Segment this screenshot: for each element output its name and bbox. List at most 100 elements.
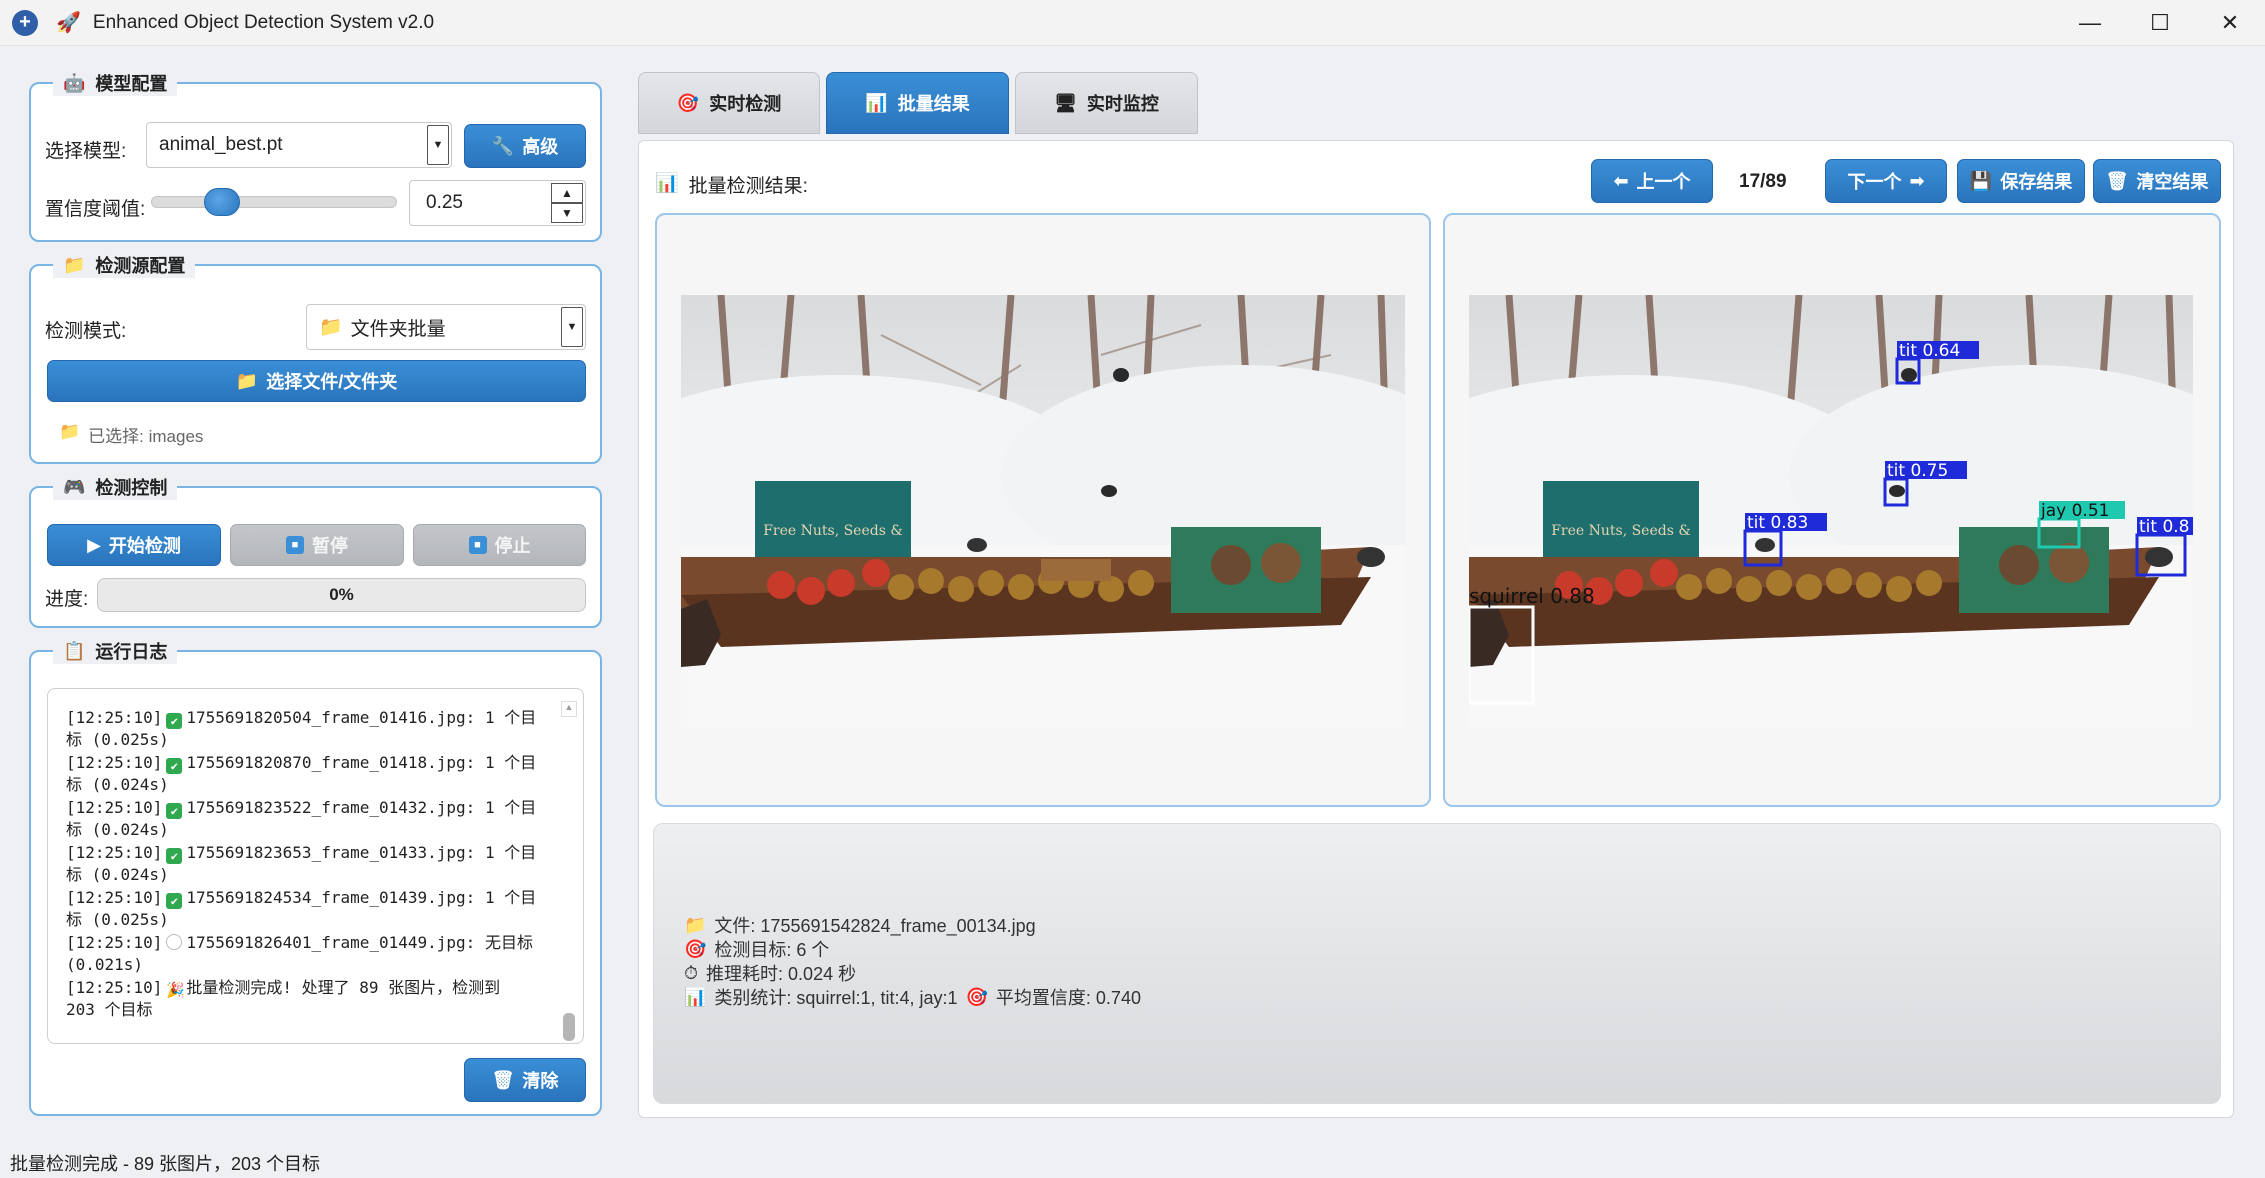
circle-icon: [166, 934, 183, 950]
log-message: 批量检测完成! 处理了 89 张图片，检测到: [186, 978, 501, 997]
stop-icon: ■: [468, 536, 487, 554]
run-log-group: 📋 运行日志 [12:25:10] ✔ 1755691820504_frame_01…: [29, 638, 602, 1116]
clear-results-button[interactable]: 🗑 清空结果: [2093, 159, 2221, 203]
log-entry: [12:25:10] ✔ 1755691823522_frame_01432.jpg…: [66, 797, 566, 841]
confidence-spinbox[interactable]: 0.25 ▲ ▼: [409, 180, 586, 226]
bar-chart-icon: 📊: [655, 173, 679, 194]
detection-image-frame: Free Nuts, Seeds & squirrel 0.88 tit 0.6…: [1443, 213, 2221, 807]
scroll-up-icon[interactable]: ▲: [561, 701, 577, 717]
select-files-button[interactable]: 📁 选择文件/文件夹: [47, 360, 586, 402]
tab-batch-results[interactable]: 📊 批量结果: [826, 72, 1009, 134]
mode-select[interactable]: 📁 文件夹批量 ▼: [306, 304, 586, 350]
pause-icon: ■: [286, 536, 304, 554]
stop-button[interactable]: ■ 停止: [413, 524, 586, 566]
log-time: [12:25:10]: [66, 843, 163, 862]
result-info-panel: 📁 文件: 1755691542824_frame_00134.jpg 🎯 检测…: [653, 823, 2221, 1104]
page-indicator: 17/89: [1739, 171, 1787, 192]
wrench-icon: 🔧: [491, 135, 515, 156]
pause-button[interactable]: ■ 暂停: [230, 524, 404, 566]
prev-button[interactable]: ⬅ 上一个: [1591, 159, 1713, 203]
check-icon: ✔: [166, 848, 183, 864]
svg-text:tit 0.75: tit 0.75: [1887, 461, 1948, 481]
minimize-button[interactable]: —: [2055, 0, 2125, 46]
svg-text:Free Nuts, Seeds &: Free Nuts, Seeds &: [1551, 523, 1691, 539]
detect-control-title: 🎮 检测控制: [53, 474, 178, 500]
confidence-slider-track[interactable]: [151, 196, 397, 208]
spin-up-icon[interactable]: ▲: [551, 183, 583, 203]
log-time: [12:25:10]: [66, 753, 163, 772]
log-entry: [12:25:10] ✔ 1755691820870_frame_01418.jpg…: [66, 752, 566, 796]
svg-text:tit 0.8: tit 0.8: [2139, 517, 2190, 537]
maximize-button[interactable]: ☐: [2125, 0, 2195, 46]
stopwatch-icon: ⏱: [684, 962, 699, 983]
next-button[interactable]: 下一个 ➡: [1825, 159, 1947, 203]
log-entry: [12:25:10] ✔ 1755691820504_frame_01416.jpg…: [66, 707, 566, 751]
svg-text:tit 0.83: tit 0.83: [1747, 513, 1808, 533]
chevron-down-icon[interactable]: ▼: [561, 307, 583, 347]
app-icon: +: [12, 9, 38, 36]
folder-icon: 📁: [684, 914, 707, 935]
log-box[interactable]: [12:25:10] ✔ 1755691820504_frame_01416.jpg…: [47, 688, 584, 1044]
play-icon: ▶: [87, 534, 101, 555]
monitor-icon: 🖥: [1054, 92, 1077, 113]
spin-down-icon[interactable]: ▼: [551, 203, 583, 223]
robot-icon: 🤖: [63, 72, 86, 93]
log-message: 1755691824534_frame_01439.jpg: 1 个目: [186, 888, 537, 907]
confidence-slider-handle[interactable]: [203, 188, 240, 216]
log-lines: [12:25:10] ✔ 1755691820504_frame_01416.jpg…: [66, 707, 566, 1022]
title-bar: + 🚀 Enhanced Object Detection System v2.…: [0, 0, 2265, 46]
log-message-cont: 203 个目标: [66, 1000, 153, 1019]
svg-text:Free Nuts, Seeds &: Free Nuts, Seeds &: [763, 523, 903, 539]
model-select[interactable]: animal_best.pt ▼: [146, 122, 452, 168]
model-select-value: animal_best.pt: [159, 134, 283, 155]
detection-image: Free Nuts, Seeds & squirrel 0.88 tit 0.6…: [1469, 295, 2193, 729]
winter-feeder-scene: Free Nuts, Seeds &: [681, 295, 1405, 729]
log-message: 1755691820504_frame_01416.jpg: 1 个目: [186, 708, 537, 727]
target-icon: 🎯: [965, 986, 988, 1007]
status-bar: 批量检测完成 - 89 张图片，203 个目标: [10, 1154, 321, 1174]
info-time: ⏱ 推理耗时: 0.024 秒: [684, 962, 857, 985]
start-button[interactable]: ▶ 开始检测: [47, 524, 221, 566]
original-image: Free Nuts, Seeds &: [681, 295, 1405, 729]
folder-icon: 📁: [235, 370, 259, 391]
folder-icon: 📁: [319, 317, 343, 338]
target-icon: 🎯: [676, 92, 700, 113]
log-time: [12:25:10]: [66, 708, 163, 727]
clear-log-button[interactable]: 🗑 清除: [464, 1058, 586, 1102]
batch-header: 📊 批量检测结果:: [655, 173, 808, 197]
bar-chart-icon: 📊: [684, 986, 707, 1007]
folder-icon: 📁: [63, 254, 86, 275]
mode-select-value: 文件夹批量: [350, 318, 446, 340]
log-message: 1755691823653_frame_01433.jpg: 1 个目: [186, 843, 537, 862]
close-button[interactable]: ✕: [2195, 0, 2265, 46]
rocket-icon: 🚀: [56, 12, 81, 34]
log-message-cont: 标 (0.025s): [66, 730, 169, 749]
info-targets: 🎯 检测目标: 6 个: [684, 938, 830, 961]
log-entry: [12:25:10] 1755691826401_frame_01449.jpg:…: [66, 932, 566, 976]
log-message: 1755691820870_frame_01418.jpg: 1 个目: [186, 753, 537, 772]
detect-control-group: 🎮 检测控制 ▶ 开始检测 ■ 暂停 ■ 停止 进度: 0%: [29, 474, 602, 628]
advanced-button[interactable]: 🔧 高级: [464, 124, 586, 168]
tab-realtime-monitor[interactable]: 🖥 实时监控: [1015, 72, 1198, 134]
scroll-thumb[interactable]: [563, 1013, 575, 1041]
confidence-value: 0.25: [426, 192, 463, 213]
source-config-group: 📁 检测源配置 检测模式: 📁 文件夹批量 ▼ 📁 选择文件/文件夹 📁 已选择…: [29, 252, 602, 464]
progress-bar: 0%: [97, 578, 586, 612]
arrow-left-icon: ⬅: [1613, 170, 1629, 191]
tab-realtime-detect[interactable]: 🎯 实时检测: [638, 72, 820, 134]
check-icon: ✔: [166, 713, 183, 729]
log-scrollbar[interactable]: ▲: [561, 701, 577, 1041]
log-time: [12:25:10]: [66, 978, 163, 997]
confidence-label: 置信度阈值:: [45, 199, 146, 220]
log-time: [12:25:10]: [66, 798, 163, 817]
gamepad-icon: 🎮: [63, 476, 86, 497]
info-file: 📁 文件: 1755691542824_frame_00134.jpg: [684, 914, 1036, 937]
log-message-cont: 标 (0.024s): [66, 775, 169, 794]
mode-label: 检测模式:: [45, 321, 127, 342]
save-results-button[interactable]: 💾 保存结果: [1957, 159, 2085, 203]
clipboard-icon: 📋: [63, 640, 86, 661]
info-stats: 📊 类别统计: squirrel:1, tit:4, jay:1 🎯 平均置信度…: [684, 986, 1141, 1009]
model-config-title: 🤖 模型配置: [53, 70, 178, 96]
chevron-down-icon[interactable]: ▼: [427, 125, 449, 165]
floppy-disk-icon: 💾: [1969, 170, 1993, 191]
